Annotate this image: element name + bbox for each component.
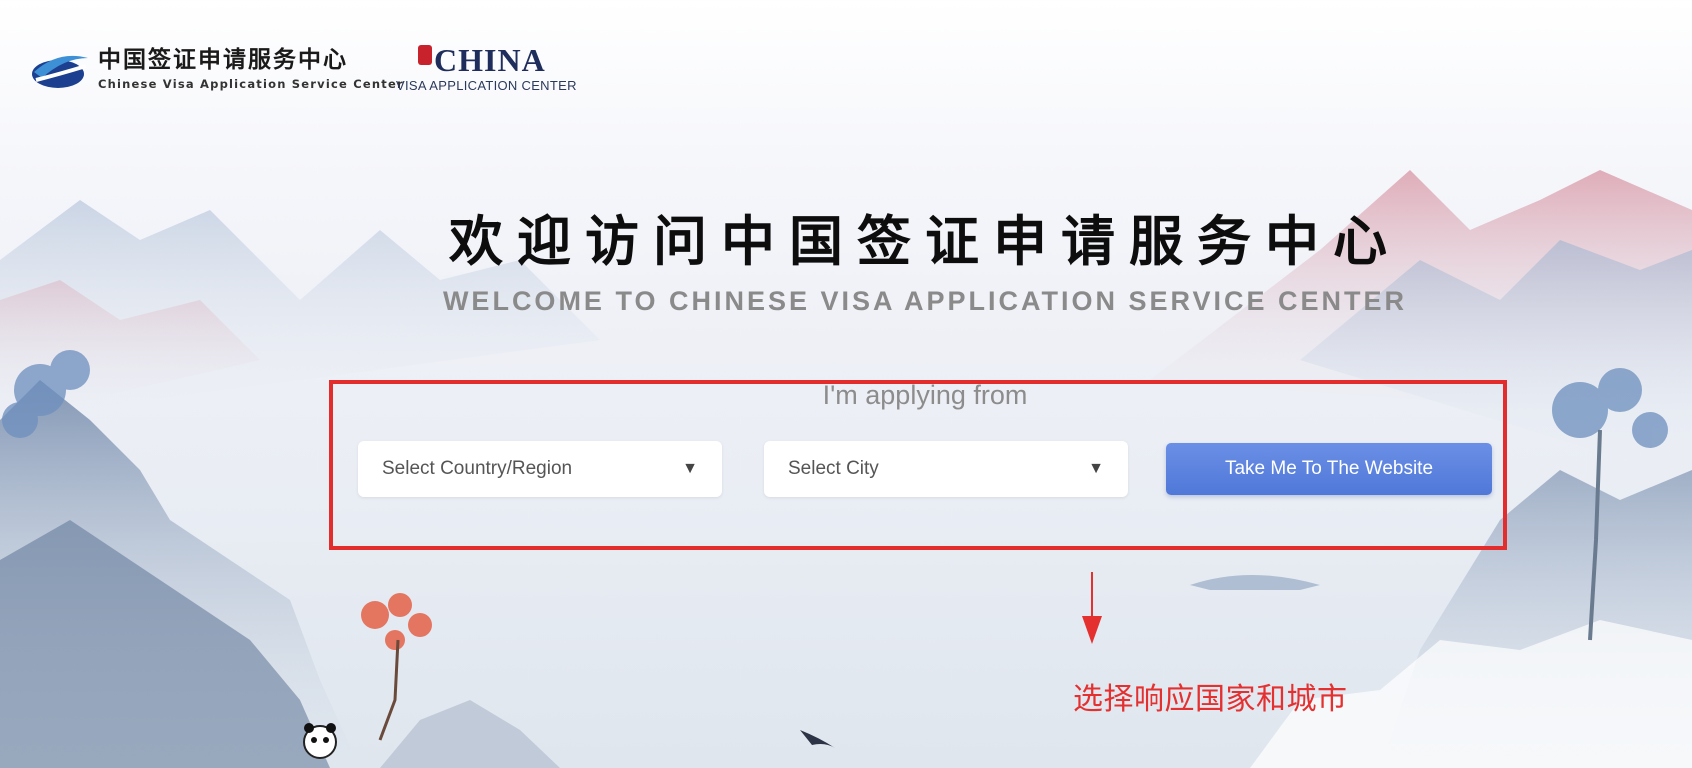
hero-title-english: WELCOME TO CHINESE VISA APPLICATION SERV… — [442, 286, 1408, 316]
cvasc-logo[interactable]: 中国签证申请服务中心 Chinese Visa Application Serv… — [30, 44, 404, 94]
china-visa-center-logo[interactable]: CHINA VISA APPLICATION CENTER — [396, 42, 577, 93]
down-arrow-icon — [1082, 572, 1102, 644]
caret-down-icon: ▼ — [682, 460, 698, 477]
annotation-text: 选择响应国家和城市 — [1073, 682, 1348, 717]
city-select[interactable]: Select City ▼ — [764, 441, 1128, 497]
take-me-to-website-button[interactable]: Take Me To The Website — [1166, 443, 1492, 495]
country-select-label: Select Country/Region — [382, 458, 573, 479]
applying-from-label: I'm applying from — [822, 380, 1028, 410]
red-seal-icon — [418, 45, 432, 65]
logo-chinese-name: 中国签证申请服务中心 — [98, 46, 348, 73]
city-select-label: Select City — [788, 458, 879, 479]
hero-title-chinese: 欢迎访问中国签证申请服务中心 — [449, 209, 1401, 273]
caret-down-icon: ▼ — [1088, 460, 1104, 477]
swoosh-logo-icon — [32, 55, 88, 88]
logo-english-name: Chinese Visa Application Service Center — [98, 77, 404, 91]
country-region-select[interactable]: Select Country/Region ▼ — [358, 441, 722, 497]
china-logo-subtitle: VISA APPLICATION CENTER — [396, 78, 577, 93]
